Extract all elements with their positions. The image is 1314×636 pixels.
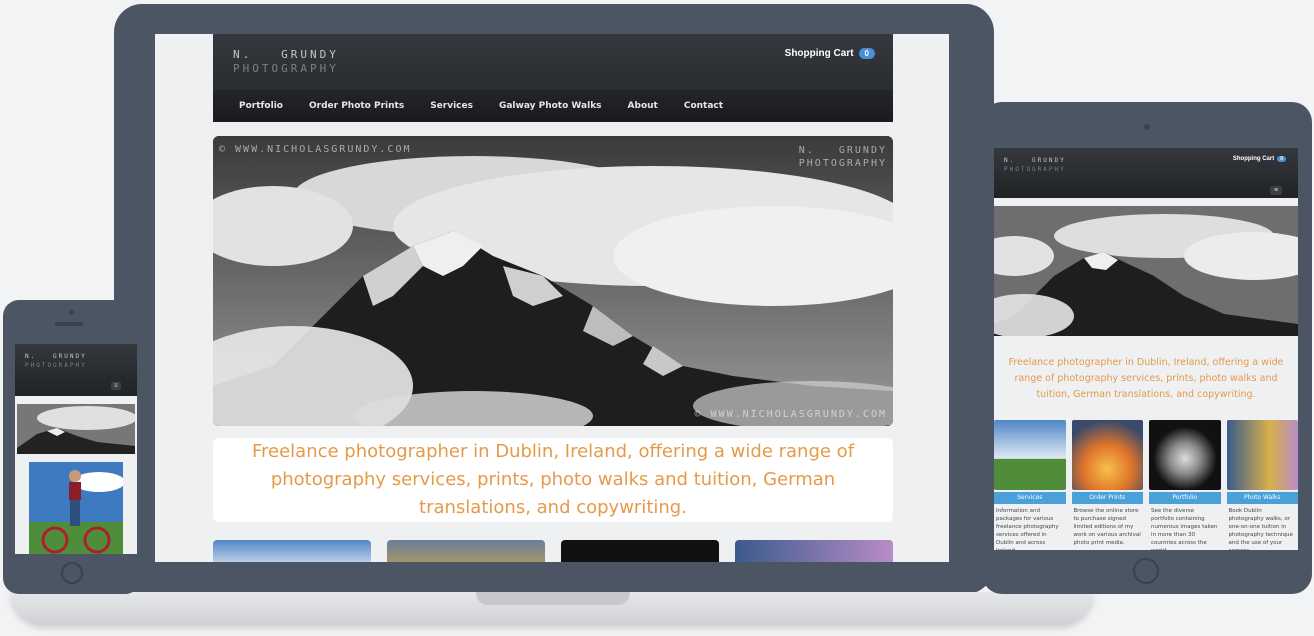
tablet-hero-image[interactable]: [994, 206, 1298, 336]
tile-order-prints-label[interactable]: Order Prints: [1071, 492, 1143, 504]
cart-count-badge: 0: [858, 48, 875, 59]
tile-photo-walks-text: Book Dublin photography walks, or one-on…: [1228, 508, 1293, 550]
tile-portfolio-label[interactable]: Portfolio: [1149, 492, 1221, 504]
tablet-logo-line-1: N. GRUNDY: [1004, 157, 1066, 164]
tile-photo-walks-label[interactable]: Photo Walks: [1226, 492, 1298, 504]
phone-hero-image[interactable]: [17, 404, 135, 454]
tile-order-prints[interactable]: Order Prints Browse the online store to …: [1071, 420, 1143, 550]
phone-camera: [69, 310, 74, 315]
thumbnail-services[interactable]: [213, 540, 371, 562]
shopping-cart-link[interactable]: Shopping Cart 0: [785, 48, 875, 59]
tagline-box: Freelance photographer in Dublin, Irelan…: [213, 438, 893, 522]
logo-line-1: N. GRUNDY: [233, 48, 339, 61]
tablet-camera: [1144, 124, 1150, 130]
tile-services-image[interactable]: [994, 420, 1066, 490]
tablet-cart-label: Shopping Cart: [1232, 156, 1275, 162]
phone-screen: N. GRUNDY PHOTOGRAPHY ≡: [15, 344, 137, 554]
tablet-menu-icon[interactable]: ≡: [1270, 186, 1282, 195]
tablet-logo-line-2: PHOTOGRAPHY: [1004, 166, 1066, 173]
thumbnail-prints[interactable]: [387, 540, 545, 562]
tablet-tagline: Freelance photographer in Dublin, Irelan…: [1008, 357, 1284, 400]
tablet-cart-count-badge: 0: [1277, 156, 1286, 162]
main-nav: Portfolio Order Photo Prints Services Ga…: [213, 90, 893, 122]
tile-order-prints-text: Browse the online store to purchase sign…: [1073, 508, 1141, 546]
hero-watermark-url: © WWW.NICHOLASGRUNDY.COM: [219, 144, 412, 155]
tile-portfolio-image[interactable]: [1149, 420, 1221, 490]
phone-photo-cyclist[interactable]: [29, 462, 123, 554]
tile-order-prints-image[interactable]: [1071, 420, 1143, 490]
hero-watermark-logo-line-1: N. GRUNDY: [798, 145, 887, 156]
nav-galway-photo-walks[interactable]: Galway Photo Walks: [499, 101, 602, 111]
tile-services-label[interactable]: Services: [994, 492, 1066, 504]
tablet-logo[interactable]: N. GRUNDY PHOTOGRAPHY: [1004, 156, 1066, 174]
mountain-photo: [213, 136, 893, 426]
site-logo[interactable]: N. GRUNDY PHOTOGRAPHY: [233, 48, 339, 76]
tile-services-text: Information and packages for various fre…: [996, 508, 1059, 550]
phone-logo[interactable]: N. GRUNDY PHOTOGRAPHY: [25, 352, 87, 370]
phone-home-button[interactable]: [61, 562, 83, 584]
cart-label: Shopping Cart: [784, 48, 854, 59]
tile-services[interactable]: Services Information and packages for va…: [994, 420, 1066, 550]
hero-image[interactable]: © WWW.NICHOLASGRUNDY.COM N. GRUNDY PHOTO…: [213, 136, 893, 426]
device-mockup-stage: N. GRUNDY PHOTOGRAPHY Shopping Cart 0 Po…: [0, 0, 1314, 636]
thumbnail-photo-walks[interactable]: [735, 540, 893, 562]
logo-line-2: PHOTOGRAPHY: [233, 62, 339, 75]
site-header: N. GRUNDY PHOTOGRAPHY Shopping Cart 0 Po…: [213, 34, 893, 122]
tablet-shopping-cart-link[interactable]: Shopping Cart 0: [1233, 156, 1286, 162]
tablet-tiles: Services Information and packages for va…: [994, 420, 1298, 550]
nav-contact[interactable]: Contact: [684, 101, 723, 111]
thumbnail-portfolio[interactable]: [561, 540, 719, 562]
thumbnail-row: [213, 540, 893, 562]
tile-photo-walks-image[interactable]: [1226, 420, 1298, 490]
phone-menu-icon[interactable]: ≡: [111, 382, 121, 390]
phone-logo-line-2: PHOTOGRAPHY: [25, 362, 87, 369]
hero-watermark-logo: N. GRUNDY PHOTOGRAPHY: [799, 144, 887, 170]
tablet-home-button[interactable]: [1133, 558, 1159, 584]
tagline-text: Freelance photographer in Dublin, Irelan…: [251, 441, 855, 518]
tablet-frame: N. GRUNDY PHOTOGRAPHY Shopping Cart 0 ≡ …: [982, 102, 1312, 594]
nav-order-photo-prints[interactable]: Order Photo Prints: [309, 101, 404, 111]
nav-about[interactable]: About: [628, 101, 658, 111]
laptop-screen: N. GRUNDY PHOTOGRAPHY Shopping Cart 0 Po…: [155, 34, 949, 562]
laptop-notch: [476, 592, 630, 605]
phone-logo-line-1: N. GRUNDY: [25, 353, 87, 360]
tile-portfolio[interactable]: Portfolio See the diverse portfolio cont…: [1149, 420, 1221, 550]
phone-speaker: [55, 322, 83, 326]
tile-photo-walks[interactable]: Photo Walks Book Dublin photography walk…: [1226, 420, 1298, 550]
phone-frame: N. GRUNDY PHOTOGRAPHY ≡: [3, 300, 141, 594]
hero-watermark-bottom: © WWW.NICHOLASGRUNDY.COM: [694, 409, 887, 420]
nav-portfolio[interactable]: Portfolio: [239, 101, 283, 111]
nav-services[interactable]: Services: [430, 101, 473, 111]
tile-portfolio-text: See the diverse portfolio containing num…: [1151, 508, 1218, 550]
tablet-screen: N. GRUNDY PHOTOGRAPHY Shopping Cart 0 ≡ …: [994, 148, 1298, 550]
hero-watermark-logo-line-2: PHOTOGRAPHY: [798, 158, 887, 169]
